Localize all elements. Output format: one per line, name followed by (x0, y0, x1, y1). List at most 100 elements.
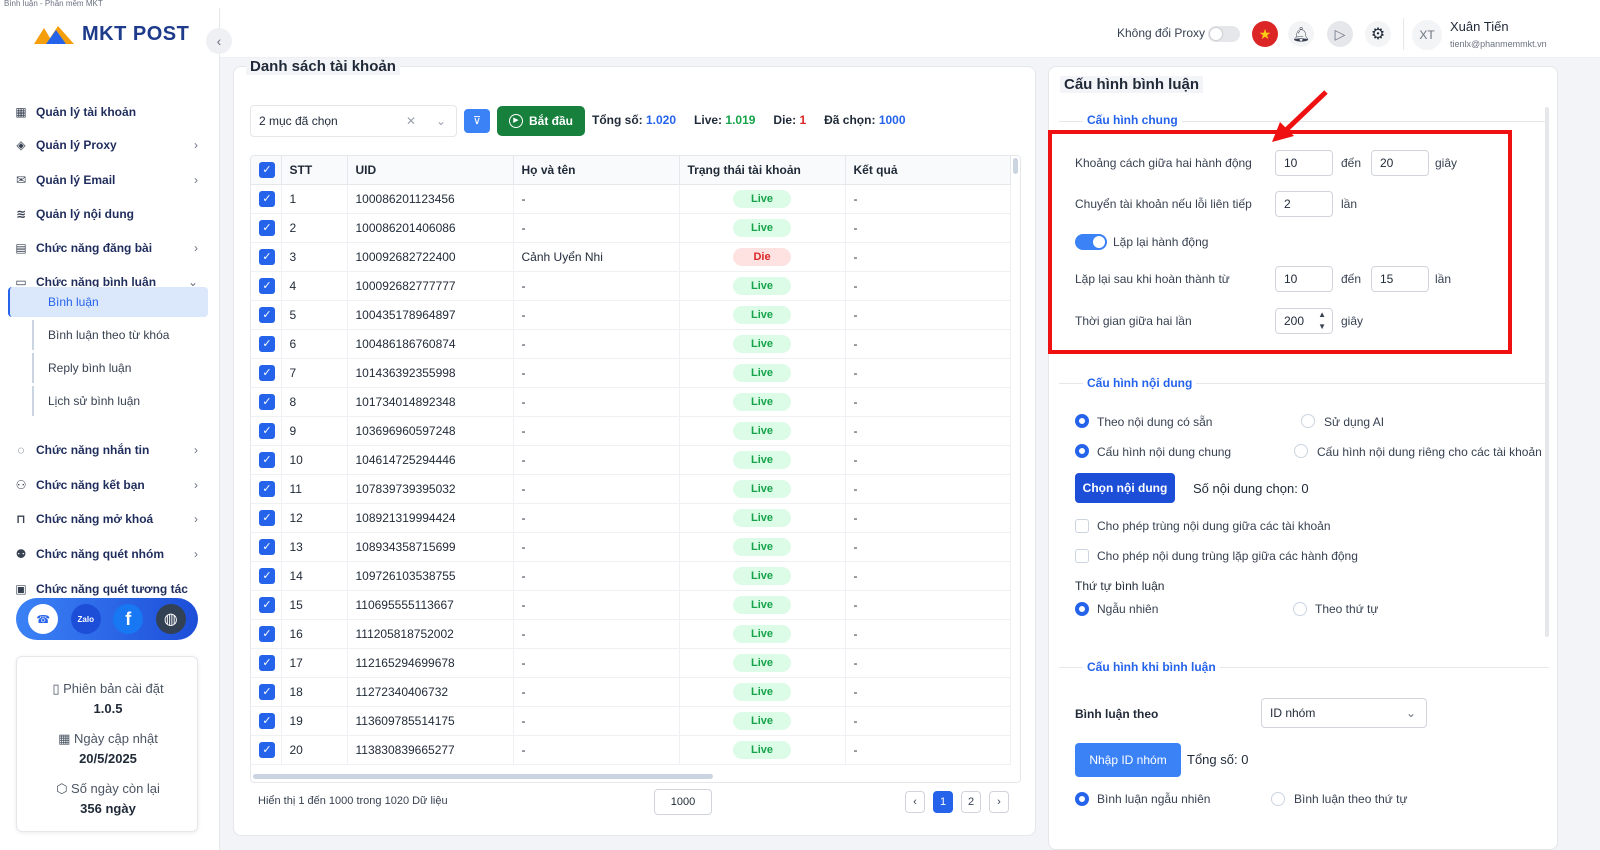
row-checkbox[interactable]: ✓ (259, 625, 275, 642)
allow-dup-actions-checkbox[interactable] (1075, 549, 1089, 563)
table-row[interactable]: ✓ 9 103696960597248- Live - (251, 416, 1011, 446)
sidebar-collapse-button[interactable]: ‹ (206, 28, 232, 54)
row-checkbox[interactable]: ✓ (259, 451, 275, 468)
facebook-icon[interactable]: f (113, 604, 144, 634)
table-row[interactable]: ✓ 8 101734014892348- Live - (251, 387, 1011, 417)
row-checkbox[interactable]: ✓ (259, 596, 275, 613)
page-1-button[interactable]: 1 (933, 791, 953, 813)
row-checkbox[interactable]: ✓ (259, 712, 275, 729)
row-checkbox[interactable]: ✓ (259, 306, 275, 323)
page-size-input[interactable]: 1000 (654, 789, 712, 815)
prev-page-button[interactable]: ‹ (905, 791, 925, 813)
row-checkbox[interactable]: ✓ (259, 219, 275, 236)
table-row[interactable]: ✓ 18 11272340406732- Live - (251, 677, 1011, 707)
between-input[interactable]: 200 ▲ ▼ (1275, 308, 1333, 334)
col-result[interactable]: Kết quả (845, 156, 1011, 185)
row-checkbox[interactable]: ✓ (259, 248, 275, 265)
start-button[interactable]: ▶ Bắt đầu (497, 106, 585, 136)
sidebar-subitem-2[interactable]: Bình luận theo từ khóa (32, 320, 208, 350)
order-seq-radio[interactable] (1293, 602, 1307, 616)
support-icon[interactable]: ☎ (28, 604, 59, 634)
repeat-from-input[interactable]: 10 (1275, 266, 1333, 292)
table-row[interactable]: ✓ 5 100435178964897- Live - (251, 300, 1011, 330)
table-row[interactable]: ✓ 11 107839739395032- Live - (251, 474, 1011, 504)
sidebar-item-5[interactable]: ▤ Chức năng đăng bài › (14, 234, 208, 262)
row-checkbox[interactable]: ✓ (259, 567, 275, 584)
table-row[interactable]: ✓ 2 100086201406086- Live - (251, 213, 1011, 243)
sidebar-subitem-1[interactable]: Bình luận (8, 287, 208, 317)
interval-from-input[interactable]: 10 (1275, 150, 1333, 176)
opt-private-radio[interactable] (1294, 444, 1308, 458)
sidebar-item-1[interactable]: ▦ Quản lý tài khoản (14, 98, 208, 126)
repeat-action-toggle[interactable] (1075, 234, 1107, 250)
comment-by-select[interactable]: ID nhóm ⌄ (1261, 698, 1427, 728)
row-checkbox[interactable]: ✓ (259, 335, 275, 352)
avatar[interactable]: XT (1412, 20, 1442, 50)
sidebar-subitem-4[interactable]: Lịch sử bình luận (32, 386, 208, 416)
table-row[interactable]: ✓ 7 101436392355998- Live - (251, 358, 1011, 388)
interval-to-input[interactable]: 20 (1371, 150, 1429, 176)
config-scrollbar[interactable] (1545, 107, 1549, 637)
table-row[interactable]: ✓ 3 100092682722400 Cảnh Uyển Nhi Die - (251, 242, 1011, 272)
row-checkbox[interactable]: ✓ (259, 364, 275, 381)
col-status[interactable]: Trạng thái tài khoản (679, 156, 846, 185)
table-row[interactable]: ✓ 10 104614725294446- Live - (251, 445, 1011, 475)
sidebar-item-4[interactable]: ≋ Quản lý nội dung (14, 200, 208, 228)
table-row[interactable]: ✓ 17 112165294699678- Live - (251, 648, 1011, 678)
row-checkbox[interactable]: ✓ (259, 422, 275, 439)
play-icon[interactable]: ▷ (1327, 21, 1353, 47)
vietnam-flag-icon[interactable]: ★ (1252, 21, 1278, 47)
row-checkbox[interactable]: ✓ (259, 683, 275, 700)
sidebar-item-2[interactable]: ◈ Quản lý Proxy › (14, 131, 208, 159)
row-checkbox[interactable]: ✓ (259, 393, 275, 410)
opt-available-radio[interactable] (1075, 414, 1089, 428)
page-2-button[interactable]: 2 (961, 791, 981, 813)
import-group-id-button[interactable]: Nhập ID nhóm (1075, 743, 1181, 777)
table-horizontal-scrollbar[interactable] (253, 774, 713, 779)
order-random-radio[interactable] (1075, 602, 1089, 616)
bell-icon[interactable]: 🔔︎ (1288, 21, 1314, 47)
sidebar-item-7[interactable]: ◌ Chức năng nhắn tin › (14, 436, 208, 464)
zalo-icon[interactable]: Zalo (70, 604, 101, 634)
row-checkbox[interactable]: ✓ (259, 190, 275, 207)
selection-dropdown[interactable]: 2 mục đã chọn ✕ ⌄ (250, 105, 457, 137)
row-checkbox[interactable]: ✓ (259, 277, 275, 294)
proxy-toggle[interactable] (1208, 26, 1240, 42)
table-row[interactable]: ✓ 19 113609785514175- Live - (251, 706, 1011, 736)
sidebar-item-9[interactable]: ⊓ Chức năng mở khoá › (14, 505, 208, 533)
gear-icon[interactable]: ⚙ (1365, 21, 1391, 47)
row-checkbox[interactable]: ✓ (259, 509, 275, 526)
row-checkbox[interactable]: ✓ (259, 480, 275, 497)
table-row[interactable]: ✓ 4 100092682777777- Live - (251, 271, 1011, 301)
sidebar-item-8[interactable]: ⚇ Chức năng kết bạn › (14, 471, 208, 499)
table-row[interactable]: ✓ 1 100086201123456- Live - (251, 184, 1011, 214)
col-uid[interactable]: UID (347, 156, 514, 185)
opt-common-radio[interactable] (1075, 444, 1089, 458)
clear-icon[interactable]: ✕ (406, 106, 416, 136)
comment-random-radio[interactable] (1075, 792, 1089, 806)
opt-ai-radio[interactable] (1301, 414, 1315, 428)
table-row[interactable]: ✓ 13 108934358715699- Live - (251, 532, 1011, 562)
globe-icon[interactable]: ◍ (155, 604, 186, 634)
sidebar-item-3[interactable]: ✉ Quản lý Email › (14, 166, 208, 194)
sidebar-subitem-3[interactable]: Reply bình luận (32, 353, 208, 383)
select-all-checkbox[interactable]: ✓ (259, 161, 275, 178)
table-row[interactable]: ✓ 20 113830839665277- Live - (251, 735, 1011, 765)
comment-seq-radio[interactable] (1271, 792, 1285, 806)
switch-account-input[interactable]: 2 (1275, 191, 1333, 217)
row-checkbox[interactable]: ✓ (259, 538, 275, 555)
table-vertical-scrollbar[interactable] (1013, 158, 1018, 174)
table-row[interactable]: ✓ 14 109726103538755- Live - (251, 561, 1011, 591)
table-row[interactable]: ✓ 15 110695555113667- Live - (251, 590, 1011, 620)
choose-content-button[interactable]: Chọn nội dung (1075, 473, 1175, 503)
sidebar-item-10[interactable]: ⚉ Chức năng quét nhóm › (14, 540, 208, 568)
row-checkbox[interactable]: ✓ (259, 741, 275, 758)
row-checkbox[interactable]: ✓ (259, 654, 275, 671)
next-page-button[interactable]: › (989, 791, 1009, 813)
repeat-to-input[interactable]: 15 (1371, 266, 1429, 292)
col-stt[interactable]: STT (281, 156, 348, 185)
table-row[interactable]: ✓ 12 108921319994424- Live - (251, 503, 1011, 533)
filter-clear-button[interactable]: ⊽ (464, 109, 490, 133)
table-row[interactable]: ✓ 6 100486186760874- Live - (251, 329, 1011, 359)
allow-dup-accounts-checkbox[interactable] (1075, 519, 1089, 533)
